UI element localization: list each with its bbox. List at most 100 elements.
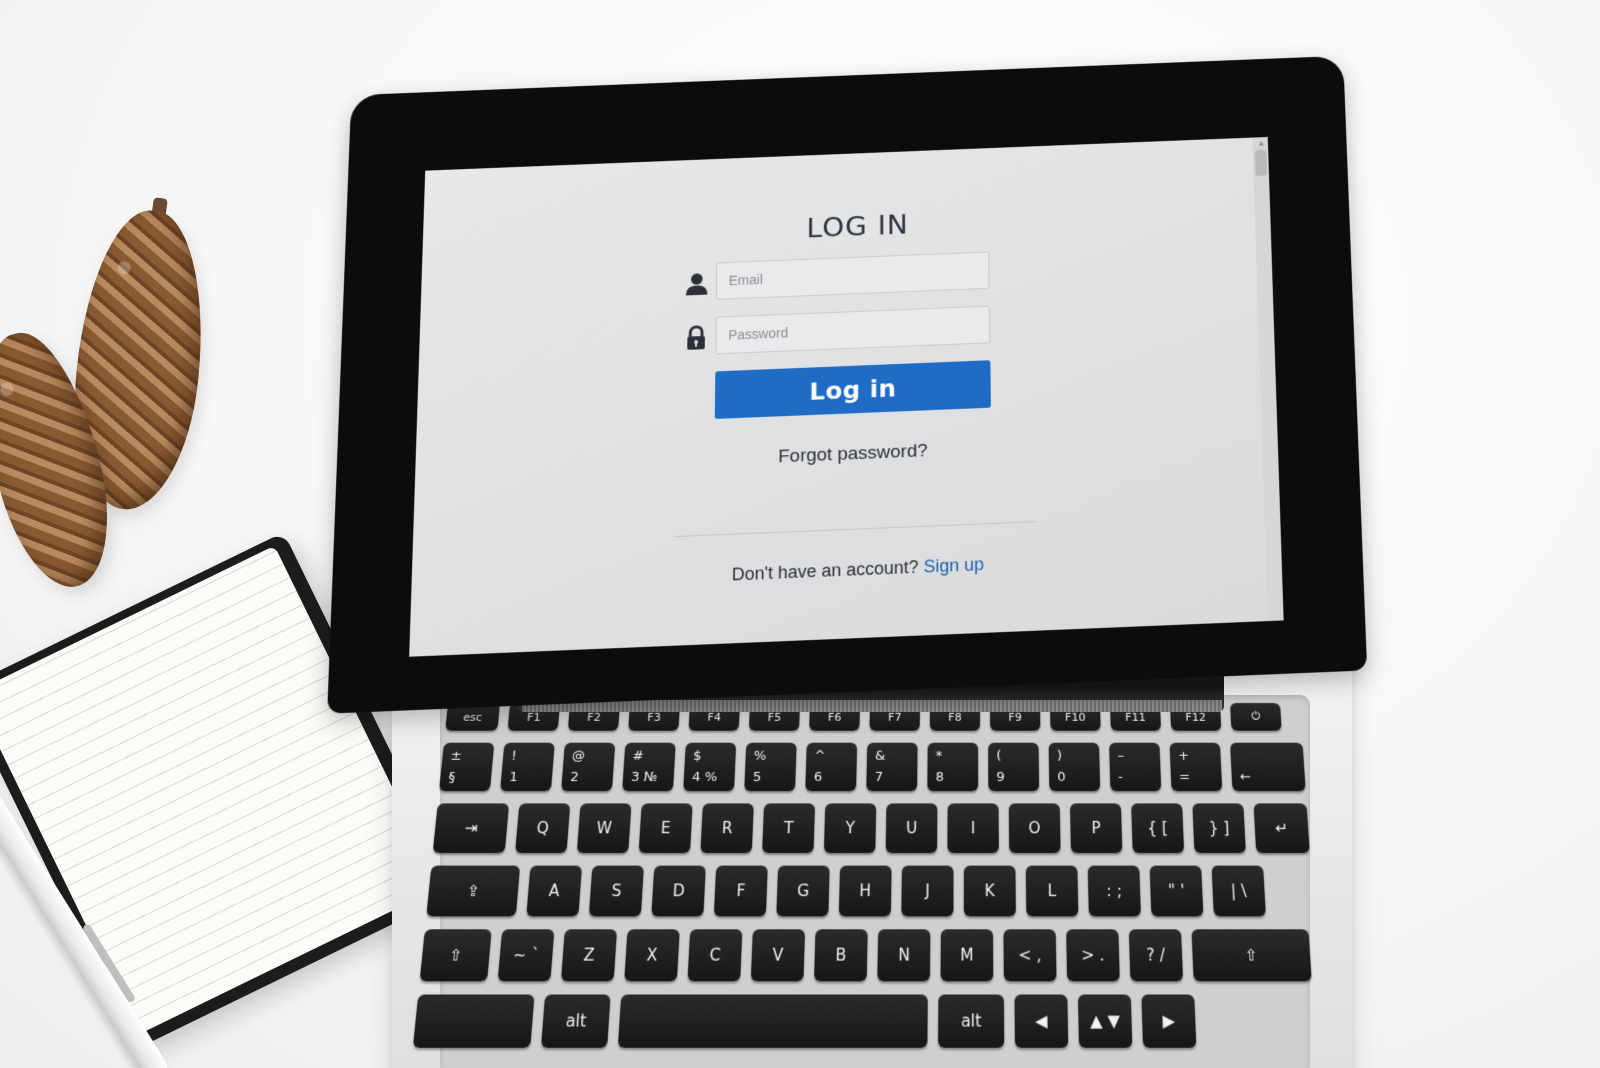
forgot-password-link[interactable]: Forgot password? xyxy=(714,438,991,470)
key-bottom-label: ← xyxy=(1239,769,1252,786)
login-button[interactable]: Log in xyxy=(714,360,991,419)
email-field[interactable] xyxy=(716,251,990,300)
key[interactable]: ⇧ xyxy=(419,929,492,982)
key[interactable]: | \ xyxy=(1211,865,1266,917)
key[interactable]: : ; xyxy=(1087,865,1141,917)
key-bottom-label: 9 xyxy=(996,769,1005,786)
key[interactable]: % 5 xyxy=(744,742,797,792)
key[interactable]: " ' xyxy=(1149,865,1204,917)
key-label: N xyxy=(897,945,910,965)
key[interactable]: ± § xyxy=(439,742,495,792)
key-label: " ' xyxy=(1167,881,1185,901)
scroll-up-arrow-icon[interactable]: ▲ xyxy=(1257,139,1265,148)
key-bottom-label: 4 % xyxy=(691,769,718,786)
key-label: ▶ xyxy=(1162,1011,1176,1032)
key[interactable]: ! 1 xyxy=(500,742,555,792)
password-field[interactable] xyxy=(715,305,991,355)
scrollbar-thumb[interactable] xyxy=(1254,149,1268,176)
key[interactable]: W xyxy=(576,803,632,854)
key[interactable]: K xyxy=(963,865,1016,917)
key[interactable]: L xyxy=(1025,865,1079,917)
key-label: L xyxy=(1047,881,1057,901)
key[interactable]: D xyxy=(651,865,706,917)
email-row xyxy=(673,249,1042,305)
key[interactable]: ↵ xyxy=(1253,803,1310,854)
key-bottom-label: 1 xyxy=(508,769,519,786)
key[interactable]: (9 xyxy=(988,742,1040,792)
key-label: ⇧ xyxy=(448,945,464,965)
key[interactable]: > . xyxy=(1066,929,1120,982)
key-label: K xyxy=(984,881,995,901)
key-bottom-label: - xyxy=(1117,769,1124,786)
key-top-label: – xyxy=(1117,748,1125,764)
shift-key-row: ⇧ ~ ` Z X C V B N M < , > . ? / ⇧ xyxy=(419,929,1327,982)
key-bottom-label: = xyxy=(1178,769,1191,786)
key-label: { [ xyxy=(1146,818,1169,838)
key[interactable]: P xyxy=(1069,803,1123,854)
key[interactable]: R xyxy=(700,803,754,854)
key[interactable]: * 8 xyxy=(927,742,979,792)
key-top-label: $ xyxy=(692,748,702,764)
key[interactable]: + = xyxy=(1169,742,1223,792)
key[interactable]: Z xyxy=(560,929,618,982)
key[interactable]: @2 xyxy=(561,742,616,792)
key-label: ~ ` xyxy=(512,945,540,965)
key-top-label: % xyxy=(753,748,767,764)
key[interactable]: ▶ xyxy=(1141,994,1197,1048)
key[interactable]: B xyxy=(814,929,868,982)
key[interactable]: ⏻ xyxy=(1230,703,1282,731)
key[interactable] xyxy=(617,994,928,1048)
key-top-label: * xyxy=(935,748,943,764)
key[interactable]: I xyxy=(947,803,999,854)
key[interactable]: ^ 6 xyxy=(805,742,858,792)
key[interactable]: & 7 xyxy=(866,742,918,792)
key[interactable]: X xyxy=(624,929,680,982)
key-label: S xyxy=(610,881,623,901)
key[interactable]: ⇪ xyxy=(426,865,521,917)
key[interactable]: ⇥ xyxy=(432,803,510,854)
key[interactable]: ▲ ▼ xyxy=(1077,994,1133,1048)
laptop-lid: ▲ LOG IN Email Log in Forgot password? D… xyxy=(327,55,1368,714)
key[interactable]: alt xyxy=(540,994,611,1048)
key[interactable]: } ] xyxy=(1192,803,1246,854)
signup-link[interactable]: Sign up xyxy=(923,554,984,576)
key[interactable]: { [ xyxy=(1131,803,1185,854)
key-label: I xyxy=(970,818,976,838)
key[interactable]: T xyxy=(762,803,816,854)
key-label: F10 xyxy=(1064,710,1086,724)
login-title: LOG IN xyxy=(806,208,909,244)
key[interactable]: G xyxy=(776,865,830,917)
key[interactable]: #3 № xyxy=(622,742,676,792)
key[interactable]: < , xyxy=(1003,929,1057,982)
key[interactable]: U xyxy=(885,803,938,854)
key[interactable]: Y xyxy=(823,803,877,854)
key[interactable]: $4 % xyxy=(683,742,737,792)
key[interactable]: ) 0 xyxy=(1048,742,1101,792)
key[interactable]: ← xyxy=(1230,742,1306,792)
key[interactable] xyxy=(412,994,535,1048)
key[interactable]: C xyxy=(687,929,743,982)
key[interactable]: E xyxy=(638,803,693,854)
key[interactable]: M xyxy=(940,929,994,982)
key[interactable]: ⇧ xyxy=(1191,929,1312,982)
key-label: W xyxy=(596,818,613,838)
key[interactable]: – - xyxy=(1109,742,1162,792)
key[interactable]: O xyxy=(1008,803,1061,854)
key[interactable]: N xyxy=(877,929,931,982)
scrollbar[interactable]: ▲ xyxy=(1252,136,1284,622)
key[interactable]: ? / xyxy=(1128,929,1184,982)
key[interactable]: H xyxy=(838,865,892,917)
key[interactable]: ◀ xyxy=(1014,994,1069,1048)
key[interactable]: V xyxy=(750,929,806,982)
key[interactable]: J xyxy=(901,865,954,917)
key[interactable]: Q xyxy=(515,803,571,854)
key[interactable]: S xyxy=(588,865,644,917)
key[interactable]: ~ ` xyxy=(497,929,555,982)
key[interactable]: A xyxy=(526,865,583,917)
key-label: F3 xyxy=(647,710,662,724)
key[interactable]: F xyxy=(713,865,768,917)
key-label: > . xyxy=(1081,945,1105,965)
key[interactable]: alt xyxy=(938,994,1005,1048)
key-bottom-label: § xyxy=(447,769,456,786)
key-top-label: ^ xyxy=(814,748,826,764)
